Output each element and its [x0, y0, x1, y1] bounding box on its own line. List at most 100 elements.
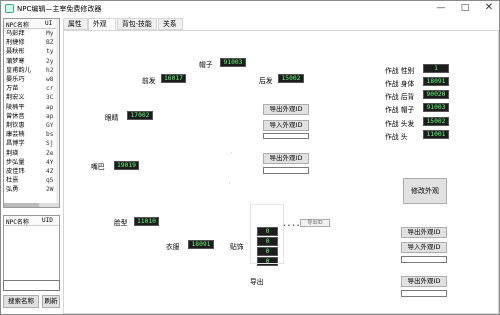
- appearance-id-field[interactable]: [263, 133, 309, 139]
- column-header-name[interactable]: NPC名称: [6, 20, 29, 29]
- npc-result-list[interactable]: NPC名称 UID: [3, 215, 60, 287]
- list-item[interactable]: 刑捷修 BZ: [4, 39, 59, 48]
- modify-appearance-button[interactable]: 修改外观: [403, 178, 447, 204]
- npc-code: cr: [46, 85, 54, 93]
- npc-code: ap: [46, 103, 54, 111]
- list-item[interactable]: 曾休音 ap: [4, 113, 59, 122]
- tab-relations[interactable]: 关系: [158, 18, 183, 30]
- npc-sidebar: NPC名称 UI 乌彭拜 My 刑捷修 BZ 聂秋彤 ty 蒲梦寒 2y 皇甫韵儿 h2 晏乐巧 w8…: [3, 18, 60, 314]
- npc-code: 4Z: [46, 168, 54, 175]
- eyes-value[interactable]: 17002: [127, 111, 153, 120]
- npc-name: 陵楠平: [6, 103, 25, 111]
- tab-bag-skills[interactable]: 背包-技能: [117, 18, 157, 30]
- npc-name: 康芸楠: [6, 131, 25, 139]
- npc-code: BZ: [46, 39, 54, 47]
- list-item[interactable]: 聂秋彤 ty: [4, 48, 59, 57]
- list-item[interactable]: 步弘量 4Y: [4, 159, 59, 168]
- npc-code: bs: [46, 131, 54, 139]
- column-header-code[interactable]: UI: [45, 20, 52, 27]
- model-preview-marker: ·: [230, 149, 234, 159]
- face-shape-value[interactable]: 11010: [134, 217, 159, 226]
- import-appearance-id-button[interactable]: 导入外观ID: [263, 120, 309, 131]
- npc-code: GY: [46, 122, 54, 129]
- list-item[interactable]: 晏乐巧 w8: [4, 76, 59, 85]
- npc-list[interactable]: NPC名称 UI 乌彭拜 My 刑捷修 BZ 聂秋彤 ty 蒲梦寒 2y 皇甫韵儿 h2 晏乐巧 w8…: [3, 18, 60, 208]
- battle-field-label: 作战 后背: [385, 93, 415, 101]
- battle-field-label: 作战 头发: [385, 120, 415, 128]
- list-item[interactable]: 荆宏义 3C: [4, 94, 59, 103]
- npc-code: q5: [46, 177, 54, 185]
- clothes-label: 衣服: [166, 243, 180, 251]
- title-bar[interactable]: NPC编辑—主宰免费修改器 — □ ✕: [1, 1, 499, 17]
- npc-name: 万苗: [6, 85, 19, 93]
- list-item[interactable]: 皇甫韵儿 h2: [4, 67, 59, 76]
- list-item[interactable]: 杜熹 q5: [4, 177, 59, 186]
- battle-field-value[interactable]: 18091: [423, 77, 449, 86]
- list-item[interactable]: 康芸楠 bs: [4, 131, 59, 140]
- npc-name: 皮佳玮: [6, 168, 25, 175]
- export-appearance-id-button-4[interactable]: 导出外观ID: [401, 276, 447, 287]
- clothes-value[interactable]: 18091: [188, 240, 214, 249]
- back-hair-value[interactable]: 15002: [278, 74, 304, 83]
- npc-list-hscrollbar[interactable]: [4, 203, 59, 207]
- npc-list-header: NPC名称 UI: [4, 19, 59, 29]
- result-list-header: NPC名称 UID: [4, 216, 59, 226]
- column-header-name[interactable]: NPC名称: [6, 217, 29, 226]
- npc-code: ty: [46, 48, 54, 56]
- appearance-id-field-3[interactable]: [401, 256, 447, 263]
- refresh-button[interactable]: 刷新: [42, 295, 60, 308]
- minimize-icon[interactable]: —: [429, 1, 453, 15]
- npc-code: Ze: [46, 149, 54, 157]
- npc-code: 2W: [46, 186, 54, 194]
- accessory-group-frame: [250, 204, 284, 264]
- list-item[interactable]: 昌博学 Sj: [4, 140, 59, 149]
- npc-name: 曾休音: [6, 112, 25, 120]
- list-item[interactable]: 弘勇 2W: [4, 186, 59, 195]
- npc-list-vscrollbar[interactable]: [56, 19, 59, 207]
- search-name-button[interactable]: 搜索名称: [3, 295, 39, 308]
- list-item[interactable]: 蒲梦寒 2y: [4, 58, 59, 67]
- export-appearance-id-button[interactable]: 导出外观ID: [263, 104, 309, 115]
- list-item[interactable]: 皮佳玮 4Z: [4, 168, 59, 177]
- accessory-label: 贴饰: [230, 243, 244, 251]
- npc-name: 荆钦惠: [6, 122, 25, 129]
- hat-value[interactable]: 91003: [220, 58, 246, 67]
- front-hair-label: 前发: [142, 77, 156, 85]
- model-preview-marker: ·: [228, 179, 232, 189]
- npc-name: 荆宏义: [6, 94, 25, 102]
- battle-field-value[interactable]: 90020: [423, 90, 449, 99]
- appearance-id-field-2[interactable]: [263, 167, 309, 174]
- battle-field-label: 作战 性别: [385, 67, 415, 75]
- list-item[interactable]: 荆钦惠 GY: [4, 122, 59, 131]
- mouth-value[interactable]: 19019: [114, 161, 139, 170]
- battle-field-label: 作战 头: [385, 133, 408, 141]
- export-appearance-id-button-2[interactable]: 导出外观ID: [263, 153, 309, 164]
- search-input[interactable]: [3, 280, 60, 291]
- export-id-small-button[interactable]: 导出ID: [300, 219, 330, 227]
- import-appearance-id-button-3[interactable]: 导入外观ID: [401, 242, 447, 253]
- hat-label: 帽子: [199, 61, 213, 69]
- battle-field-value[interactable]: 11001: [423, 130, 449, 139]
- appearance-id-field-4[interactable]: [401, 290, 447, 297]
- tab-attributes[interactable]: 属性: [63, 18, 88, 30]
- battle-field-label: 作战 身体: [385, 80, 415, 88]
- list-item[interactable]: 乌彭拜 My: [4, 30, 59, 39]
- column-header-uid[interactable]: UID: [42, 217, 53, 224]
- npc-code: 2y: [46, 57, 54, 65]
- npc-name: 晏乐巧: [6, 76, 25, 83]
- list-item[interactable]: 荆瑛 Ze: [4, 150, 59, 159]
- npc-code: My: [46, 30, 54, 37]
- battle-field-value[interactable]: 15002: [423, 117, 449, 126]
- maximize-icon[interactable]: □: [453, 1, 477, 15]
- list-item[interactable]: 万苗 cr: [4, 85, 59, 94]
- npc-name: 步弘量: [6, 158, 25, 166]
- export-appearance-id-button-3[interactable]: 导出外观ID: [401, 227, 447, 238]
- main-window: NPC编辑—主宰免费修改器 — □ ✕ NPC名称 UI 乌彭拜 My 刑捷修 BZ 聂…: [0, 0, 500, 315]
- list-item[interactable]: 陵楠平 ap: [4, 104, 59, 113]
- battle-field-value[interactable]: 1: [423, 64, 449, 73]
- battle-field-value[interactable]: 91003: [423, 103, 449, 112]
- npc-name: 乌彭拜: [6, 30, 25, 37]
- front-hair-value[interactable]: 16017: [161, 74, 186, 83]
- close-icon[interactable]: ✕: [477, 1, 500, 15]
- npc-name: 弘勇: [6, 186, 19, 194]
